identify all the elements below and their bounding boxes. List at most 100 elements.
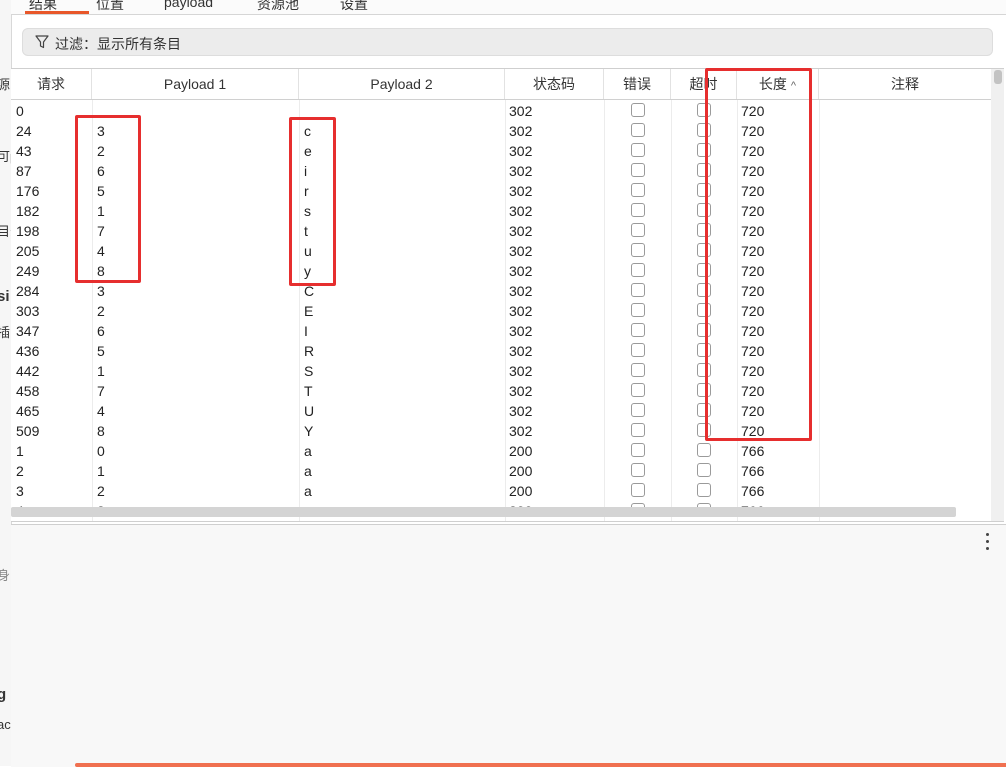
cell-request: 509 — [16, 423, 40, 439]
cell-request: 249 — [16, 263, 40, 279]
cell-length: 766 — [741, 463, 765, 479]
strip-text: g — [0, 686, 6, 703]
error-checkbox[interactable] — [631, 263, 645, 277]
tab-bar: 结果 位置 payload 资源池 设置 — [11, 0, 1006, 15]
cell-payload1: 1 — [97, 363, 105, 379]
cell-status: 302 — [509, 403, 533, 419]
error-checkbox[interactable] — [631, 303, 645, 317]
timeout-checkbox[interactable] — [697, 463, 711, 477]
error-checkbox[interactable] — [631, 323, 645, 337]
filter-bar[interactable]: 过滤：显示所有条目 — [22, 28, 993, 56]
column-header-error[interactable]: 错误 — [604, 69, 671, 99]
table-row[interactable]: 198 7 t 302 720 — [11, 220, 991, 240]
cell-payload2: R — [304, 343, 315, 359]
cell-status: 302 — [509, 303, 533, 319]
cell-payload1: 8 — [97, 423, 105, 439]
strip-text: 源 — [0, 74, 10, 93]
table-row[interactable]: 509 8 Y 302 720 — [11, 420, 991, 440]
column-header-comment[interactable]: 注释 — [819, 69, 991, 99]
vertical-scrollbar[interactable] — [991, 69, 1004, 521]
column-header-request[interactable]: 请求 — [11, 69, 92, 99]
table-row[interactable]: 2 1 a 200 766 — [11, 460, 991, 480]
table-row[interactable]: 249 8 y 302 720 — [11, 260, 991, 280]
table-row[interactable]: 176 5 r 302 720 — [11, 180, 991, 200]
horizontal-scrollbar[interactable] — [11, 507, 956, 517]
error-checkbox[interactable] — [631, 383, 645, 397]
table-row[interactable]: 458 7 T 302 720 — [11, 380, 991, 400]
error-checkbox[interactable] — [631, 203, 645, 217]
error-checkbox[interactable] — [631, 103, 645, 117]
cell-status: 302 — [509, 363, 533, 379]
tab-payload[interactable]: payload — [164, 0, 213, 10]
error-checkbox[interactable] — [631, 443, 645, 457]
cell-payload2: a — [304, 483, 312, 499]
error-checkbox[interactable] — [631, 183, 645, 197]
table-row[interactable]: 442 1 S 302 720 — [11, 360, 991, 380]
table-row[interactable]: 205 4 u 302 720 — [11, 240, 991, 260]
tab-settings[interactable]: 设置 — [340, 0, 368, 14]
timeout-checkbox[interactable] — [697, 483, 711, 497]
cell-payload2: U — [304, 403, 315, 419]
error-checkbox[interactable] — [631, 343, 645, 357]
cell-request: 284 — [16, 283, 40, 299]
error-checkbox[interactable] — [631, 463, 645, 477]
cell-request: 442 — [16, 363, 40, 379]
highlight-payload2 — [289, 117, 336, 286]
column-header-payload1[interactable]: Payload 1 — [92, 69, 299, 99]
table-row[interactable]: 1 0 a 200 766 — [11, 440, 991, 460]
timeout-checkbox[interactable] — [697, 443, 711, 457]
cell-request: 43 — [16, 143, 32, 159]
table-row[interactable]: 24 3 c 302 720 — [11, 120, 991, 140]
table-row[interactable]: 465 4 U 302 720 — [11, 400, 991, 420]
cell-request: 182 — [16, 203, 40, 219]
table-row[interactable]: 0 302 720 — [11, 100, 991, 120]
strip-text: ac — [0, 717, 11, 732]
table-row[interactable]: 43 2 e 302 720 — [11, 140, 991, 160]
cell-request: 2 — [16, 463, 24, 479]
error-checkbox[interactable] — [631, 283, 645, 297]
table-row[interactable]: 182 1 s 302 720 — [11, 200, 991, 220]
bottom-accent-bar — [75, 763, 1006, 767]
table-row[interactable]: 3 2 a 200 766 — [11, 480, 991, 500]
active-tab-indicator — [25, 11, 89, 14]
cell-payload1: 1 — [97, 463, 105, 479]
more-options-icon[interactable] — [985, 533, 991, 553]
cell-status: 200 — [509, 443, 533, 459]
error-checkbox[interactable] — [631, 363, 645, 377]
cell-payload2: E — [304, 303, 314, 319]
cell-status: 200 — [509, 463, 533, 479]
cell-status: 302 — [509, 263, 533, 279]
table-row[interactable]: 284 3 C 302 720 — [11, 280, 991, 300]
cell-status: 302 — [509, 343, 533, 359]
error-checkbox[interactable] — [631, 143, 645, 157]
error-checkbox[interactable] — [631, 223, 645, 237]
cell-status: 302 — [509, 123, 533, 139]
table-row[interactable]: 436 5 R 302 720 — [11, 340, 991, 360]
cell-status: 302 — [509, 143, 533, 159]
tab-positions[interactable]: 位置 — [96, 0, 124, 14]
tab-resource-pool[interactable]: 资源池 — [257, 0, 299, 14]
column-header-status[interactable]: 状态码 — [505, 69, 604, 99]
error-checkbox[interactable] — [631, 163, 645, 177]
strip-text: si — [0, 288, 10, 305]
error-checkbox[interactable] — [631, 123, 645, 137]
table-row[interactable]: 347 6 I 302 720 — [11, 320, 991, 340]
cell-payload2: Y — [304, 423, 314, 439]
scrollbar-thumb[interactable] — [994, 70, 1002, 84]
error-checkbox[interactable] — [631, 243, 645, 257]
table-row[interactable]: 87 6 i 302 720 — [11, 160, 991, 180]
column-header-payload2[interactable]: Payload 2 — [299, 69, 505, 99]
cell-payload1: 2 — [97, 483, 105, 499]
cell-payload2: I — [304, 323, 308, 339]
error-checkbox[interactable] — [631, 423, 645, 437]
cell-payload1: 7 — [97, 383, 105, 399]
cell-request: 303 — [16, 303, 40, 319]
table-row[interactable]: 303 2 E 302 720 — [11, 300, 991, 320]
error-checkbox[interactable] — [631, 483, 645, 497]
cell-status: 302 — [509, 323, 533, 339]
cell-status: 302 — [509, 103, 533, 119]
cell-length: 766 — [741, 443, 765, 459]
detail-pane — [11, 524, 1006, 767]
cell-request: 1 — [16, 443, 24, 459]
error-checkbox[interactable] — [631, 403, 645, 417]
